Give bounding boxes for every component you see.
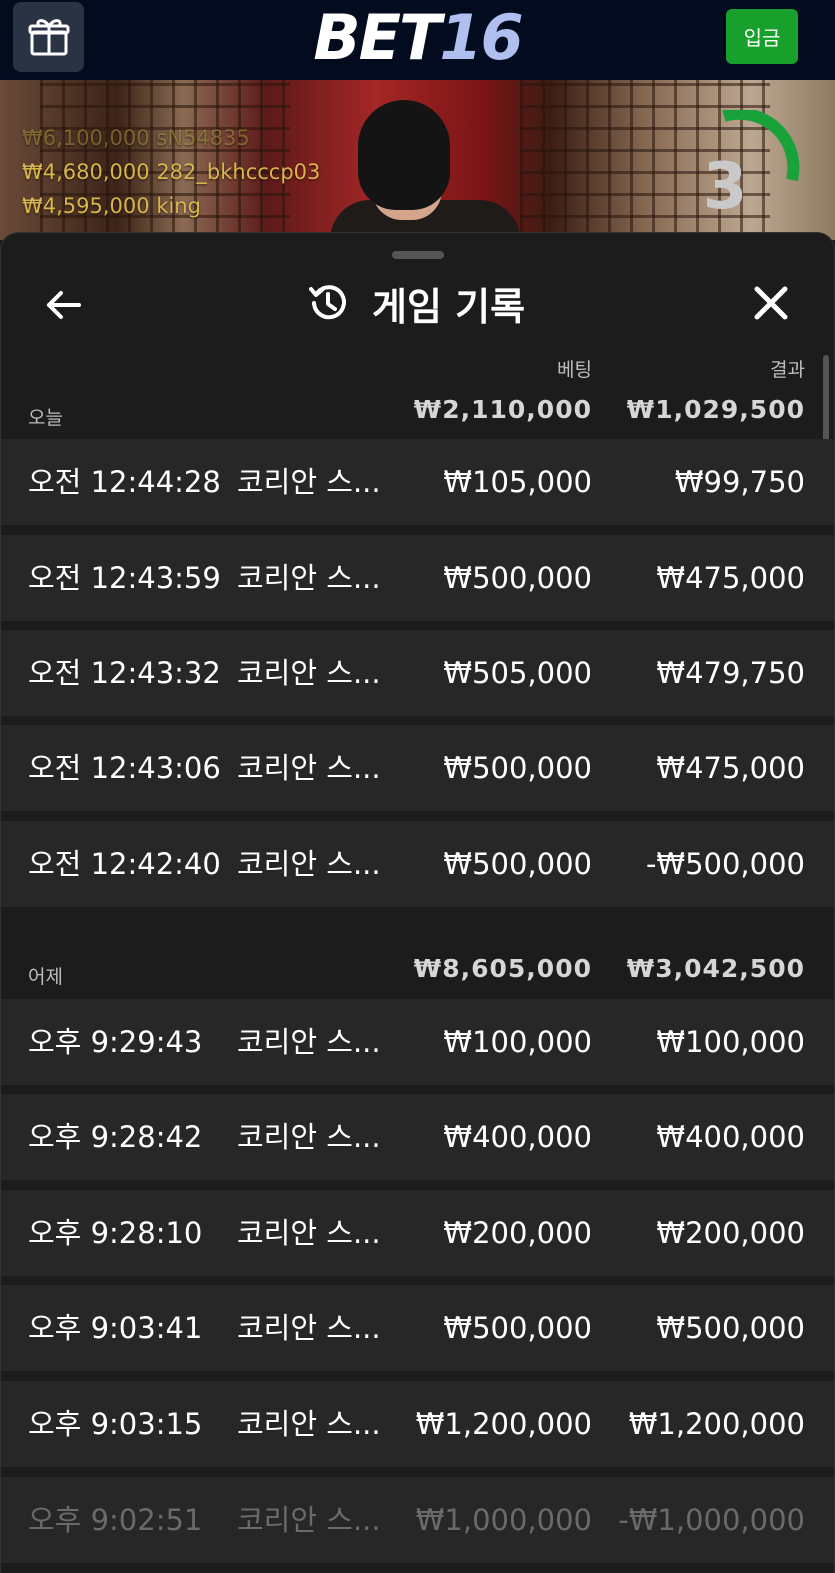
history-row[interactable]: 오후 9:28:42 코리안 스... ₩400,000 ₩400,000: [1, 1094, 834, 1180]
history-row[interactable]: 오후 9:28:10 코리안 스... ₩200,000 ₩200,000: [1, 1190, 834, 1276]
top-bar: BET16 입금: [0, 0, 835, 80]
column-header-result: 결과: [770, 359, 805, 381]
row-time: 오후 9:29:43: [28, 1025, 203, 1059]
history-row[interactable]: 오전 12:43:59 코리안 스... ₩500,000 ₩475,000: [1, 535, 834, 621]
deposit-button[interactable]: 입금: [726, 9, 798, 64]
history-row[interactable]: 오전 12:42:40 코리안 스... ₩500,000 -₩500,000: [1, 821, 834, 907]
row-game: 코리안 스...: [237, 656, 381, 690]
row-result: ₩500,000: [656, 1311, 805, 1345]
history-row[interactable]: 오후 9:03:41 코리안 스... ₩500,000 ₩500,000: [1, 1285, 834, 1371]
row-bet: ₩500,000: [443, 561, 592, 595]
leaderboard-entry: ₩4,680,000 282_bkhcccp03: [22, 160, 321, 184]
group-total-result: ₩1,029,500: [626, 395, 805, 424]
row-time: 오전 12:43:59: [28, 561, 221, 595]
row-bet: ₩200,000: [443, 1216, 592, 1250]
row-bet: ₩505,000: [443, 656, 592, 690]
group-label-yesterday: 어제: [28, 966, 63, 988]
row-game: 코리안 스...: [237, 465, 381, 499]
row-game: 코리안 스...: [237, 1120, 381, 1154]
row-result: ₩1,200,000: [628, 1407, 805, 1441]
history-icon: [309, 285, 346, 320]
row-time: 오전 12:42:40: [28, 847, 221, 881]
row-time: 오후 9:28:10: [28, 1216, 203, 1250]
row-result: ₩99,750: [674, 465, 805, 499]
row-bet: ₩1,200,000: [415, 1407, 592, 1441]
group-total-bet: ₩8,605,000: [413, 954, 592, 983]
drag-handle[interactable]: [392, 251, 444, 259]
leaderboard-entry: ₩4,595,000 king: [22, 194, 201, 218]
row-result: -₩1,000,000: [618, 1503, 805, 1537]
row-bet: ₩500,000: [443, 1311, 592, 1345]
row-time: 오후 9:28:42: [28, 1120, 203, 1154]
row-time: 오전 12:44:28: [28, 465, 221, 499]
group-total-result: ₩3,042,500: [626, 954, 805, 983]
back-arrow-icon[interactable]: [43, 285, 83, 325]
row-game: 코리안 스...: [237, 1216, 381, 1250]
group-total-bet: ₩2,110,000: [413, 395, 592, 424]
row-bet: ₩1,000,000: [415, 1503, 592, 1537]
row-result: ₩400,000: [656, 1120, 805, 1154]
countdown-timer: 3: [702, 150, 748, 224]
row-bet: ₩100,000: [443, 1025, 592, 1059]
group-label-today: 오늘: [28, 407, 63, 429]
row-game: 코리안 스...: [237, 1407, 381, 1441]
row-time: 오후 9:03:41: [28, 1311, 203, 1345]
history-row[interactable]: 오전 12:43:06 코리안 스... ₩500,000 ₩475,000: [1, 725, 834, 811]
row-result: ₩100,000: [656, 1025, 805, 1059]
page-title: 게임 기록: [372, 284, 526, 329]
row-result: -₩500,000: [645, 847, 805, 881]
close-icon[interactable]: [751, 283, 791, 323]
row-result: ₩475,000: [656, 751, 805, 785]
history-row[interactable]: 오후 9:03:15 코리안 스... ₩1,200,000 ₩1,200,00…: [1, 1381, 834, 1467]
brand-logo[interactable]: BET16: [0, 4, 835, 72]
row-time: 오전 12:43:06: [28, 751, 221, 785]
row-result: ₩475,000: [656, 561, 805, 595]
row-game: 코리안 스...: [237, 1025, 381, 1059]
row-result: ₩200,000: [656, 1216, 805, 1250]
row-time: 오후 9:02:51: [28, 1503, 203, 1537]
row-bet: ₩500,000: [443, 751, 592, 785]
game-history-panel: 게임 기록 베팅 결과 오늘 ₩2,110,000 ₩1,029,500 오전 …: [0, 232, 835, 1573]
row-game: 코리안 스...: [237, 1503, 381, 1537]
history-row[interactable]: 오후 9:02:51 코리안 스... ₩1,000,000 -₩1,000,0…: [1, 1477, 834, 1563]
row-bet: ₩105,000: [443, 465, 592, 499]
leaderboard-entry: ₩6,100,000 sN54835: [22, 126, 250, 150]
row-time: 오후 9:03:15: [28, 1407, 203, 1441]
row-bet: ₩500,000: [443, 847, 592, 881]
row-time: 오전 12:43:32: [28, 656, 221, 690]
history-row[interactable]: 오전 12:43:32 코리안 스... ₩505,000 ₩479,750: [1, 630, 834, 716]
panel-header: 게임 기록: [306, 278, 526, 329]
dealer-figure: [358, 100, 450, 210]
row-game: 코리안 스...: [237, 847, 381, 881]
row-game: 코리안 스...: [237, 1311, 381, 1345]
row-game: 코리안 스...: [237, 561, 381, 595]
row-game: 코리안 스...: [237, 751, 381, 785]
history-row[interactable]: 오전 12:44:28 코리안 스... ₩105,000 ₩99,750: [1, 439, 834, 525]
row-bet: ₩400,000: [443, 1120, 592, 1154]
column-header-bet: 베팅: [557, 359, 592, 381]
history-row[interactable]: 오후 9:29:43 코리안 스... ₩100,000 ₩100,000: [1, 999, 834, 1085]
row-result: ₩479,750: [656, 656, 805, 690]
